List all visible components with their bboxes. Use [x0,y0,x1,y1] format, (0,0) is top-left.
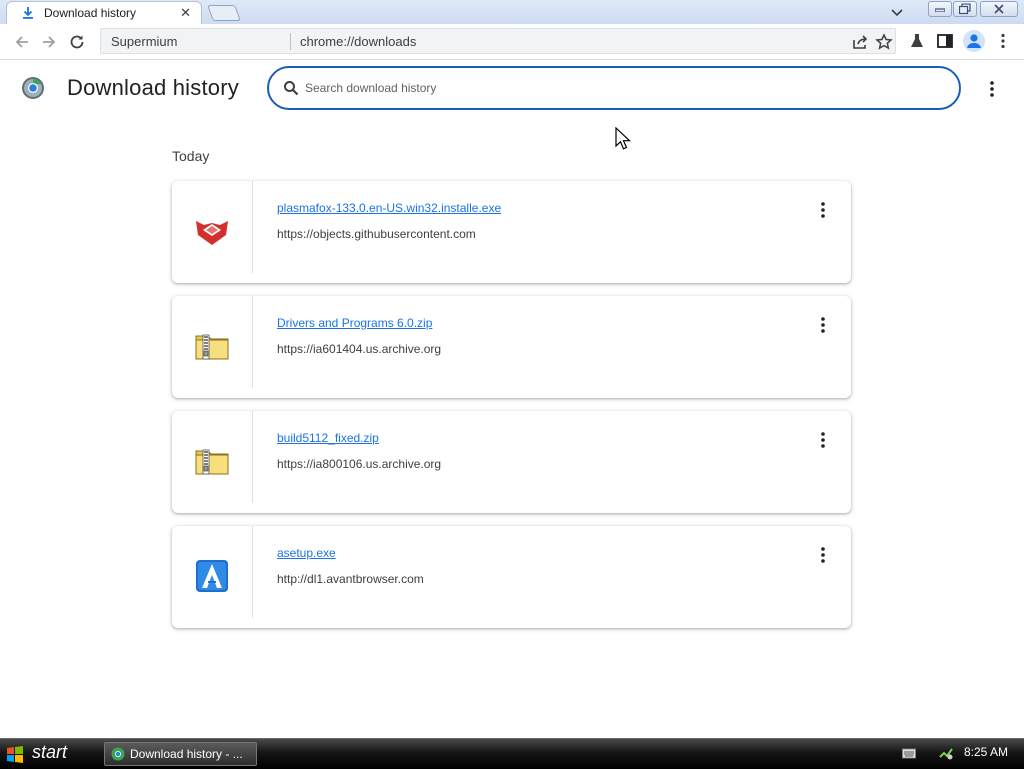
download-item: build5112_fixed.zip https://ia800106.us.… [172,411,851,513]
page-title: Download history [67,75,239,100]
date-section-label: Today [172,148,210,164]
browser-menu-icon[interactable] [994,32,1012,50]
system-clock: 8:25 AM [964,745,1009,759]
reload-icon[interactable] [67,32,87,52]
new-tab-button[interactable] [207,5,241,21]
card-divider [252,411,253,503]
card-divider [252,296,253,388]
download-item: Drivers and Programs 6.0.zip https://ia6… [172,296,851,398]
tab-search-chevron-down-icon[interactable] [888,3,906,21]
download-source-url: https://ia800106.us.archive.org [277,457,442,471]
card-divider [252,181,253,273]
start-label: start [32,742,68,762]
browser-toolbar: Supermium chrome://downloads [0,24,1024,60]
back-icon[interactable] [12,32,32,52]
person-icon [967,34,981,48]
labs-flask-icon[interactable] [908,32,926,50]
taskbar: start Download history - ... [0,738,1024,769]
bookmark-star-icon[interactable] [875,33,893,51]
plasmafox-icon [196,221,228,245]
search-icon [284,81,299,96]
forward-icon[interactable] [39,32,59,52]
side-panel-icon[interactable] [936,32,954,50]
search-input[interactable] [303,77,907,99]
search-field[interactable] [267,66,961,110]
download-file-link[interactable]: plasmafox-133.0.en-US.win32.installe.exe [277,201,501,215]
taskbar-item-label: Download history - ... [130,747,243,761]
keyboard-tray-icon[interactable] [902,747,916,759]
more-options-icon[interactable] [813,545,833,565]
zip-folder-icon [195,449,229,475]
more-options-icon[interactable] [813,315,833,335]
avant-browser-icon [196,560,228,592]
more-options-icon[interactable] [813,200,833,220]
profile-avatar[interactable] [963,30,985,52]
tab-close-icon[interactable]: ✕ [180,5,191,21]
minimize-icon [935,8,945,12]
download-file-link[interactable]: asetup.exe [277,546,336,560]
site-chip[interactable]: Supermium [111,34,177,49]
page-menu-icon[interactable] [982,79,1002,99]
taskbar-item-browser[interactable]: Download history - ... [104,742,257,766]
tab-strip: Download history ✕ [0,0,1024,25]
network-tray-icon[interactable] [938,745,954,761]
address-bar[interactable]: Supermium chrome://downloads [100,28,896,54]
download-source-url: https://ia601404.us.archive.org [277,342,442,356]
download-icon [23,7,33,19]
close-window-button[interactable] [980,1,1018,17]
supermium-logo-icon [22,77,44,99]
omnibox-divider [290,33,291,50]
restore-icon [959,3,971,15]
download-source-url: https://objects.githubusercontent.com [277,227,476,241]
restore-button[interactable] [953,1,977,17]
card-divider [252,526,253,618]
more-options-icon[interactable] [813,430,833,450]
zip-folder-icon [195,334,229,360]
supermium-icon [111,747,125,761]
close-icon [994,4,1004,14]
download-file-link[interactable]: Drivers and Programs 6.0.zip [277,316,432,330]
tab-download-history[interactable]: Download history ✕ [6,1,202,24]
start-button[interactable]: start [0,739,92,769]
download-file-link[interactable]: build5112_fixed.zip [277,431,379,445]
share-icon[interactable] [851,33,869,51]
download-item: plasmafox-133.0.en-US.win32.installe.exe… [172,181,851,283]
url-text[interactable]: chrome://downloads [300,34,416,49]
download-source-url: http://dl1.avantbrowser.com [277,572,424,586]
minimize-button[interactable] [928,1,952,17]
mouse-cursor-icon [615,127,631,150]
windows-flag-icon [7,746,23,763]
download-item: asetup.exe http://dl1.avantbrowser.com [172,526,851,628]
tab-title: Download history [44,6,137,20]
